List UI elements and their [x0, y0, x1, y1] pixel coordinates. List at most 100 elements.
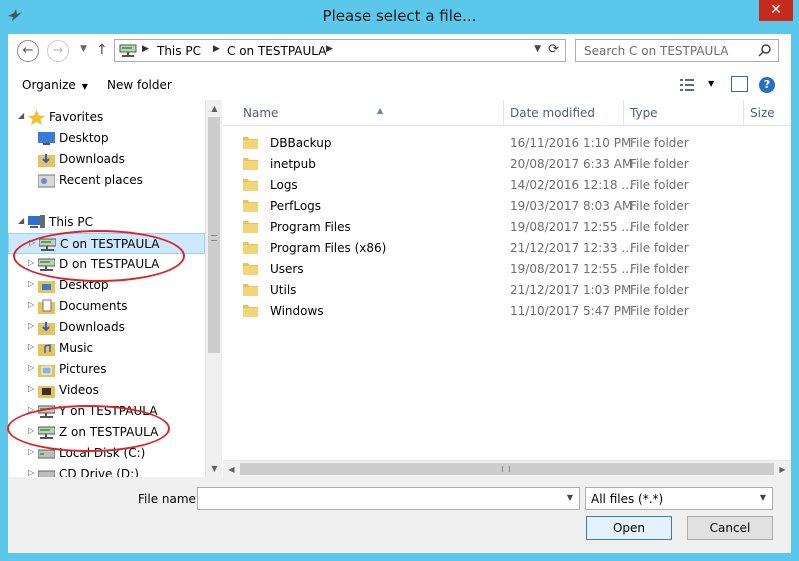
folder-icon [243, 158, 258, 170]
desktop-folder-icon [38, 281, 55, 293]
file-row[interactable]: PerfLogs 19/03/2017 8:03 AM File folder [223, 195, 791, 216]
tree-item-pictures[interactable]: ▷ Pictures [8, 359, 205, 380]
tree-item-downloads-favorite[interactable]: Downloads [8, 149, 205, 170]
file-row[interactable]: DBBackup 16/11/2016 1:10 PM File folder [223, 132, 791, 153]
forward-button[interactable]: → [47, 40, 69, 62]
file-row[interactable]: inetpub 20/08/2017 6:33 AM File folder [223, 153, 791, 174]
column-header-date[interactable]: Date modified [504, 100, 624, 126]
expand-arrow-icon[interactable]: ▷ [28, 468, 34, 477]
expand-arrow-icon[interactable]: ▷ [28, 279, 34, 288]
file-list-scrollbar[interactable]: ◀ ▶ [223, 460, 791, 477]
sort-ascending-icon: ▲ [377, 106, 384, 115]
command-toolbar: Organize ▼ New folder ▼ ? [8, 70, 791, 100]
scroll-left-arrow-icon[interactable]: ◀ [223, 461, 240, 478]
scroll-down-arrow-icon[interactable]: ▼ [206, 460, 223, 477]
expand-arrow-icon[interactable]: ▷ [28, 342, 34, 351]
folder-icon [243, 200, 258, 212]
organize-menu[interactable]: Organize ▼ [22, 78, 88, 92]
chevron-down-icon[interactable]: ▼ [760, 493, 766, 502]
tree-item-cd-drive[interactable]: ▷ CD Drive (D:) [8, 464, 205, 477]
collapse-arrow-icon[interactable]: ◢ [18, 111, 24, 120]
tree-item-downloads[interactable]: ▷ Downloads [8, 317, 205, 338]
breadcrumb-separator-icon[interactable]: ▶ [326, 44, 333, 54]
file-row[interactable]: Logs 14/02/2016 12:18 ... File folder [223, 174, 791, 195]
file-date: 19/08/2017 12:55 ... [510, 262, 633, 276]
breadcrumb-this-pc[interactable]: This PC [157, 44, 201, 58]
tree-item-documents[interactable]: ▷ Documents [8, 296, 205, 317]
tree-item-desktop-favorite[interactable]: Desktop [8, 128, 205, 149]
file-date: 20/08/2017 6:33 AM [510, 157, 633, 171]
file-type-filter-select[interactable]: All files (*.*) ▼ [585, 487, 773, 510]
back-button[interactable]: ← [17, 40, 39, 62]
refresh-icon[interactable]: ⟳ [548, 42, 559, 57]
expand-arrow-icon[interactable]: ▷ [28, 384, 34, 393]
scroll-right-arrow-icon[interactable]: ▶ [774, 461, 791, 478]
file-row[interactable]: Users 19/08/2017 12:55 ... File folder [223, 258, 791, 279]
scroll-thumb[interactable] [208, 117, 220, 353]
expand-arrow-icon[interactable]: ▷ [28, 447, 34, 456]
breadcrumb-c-drive[interactable]: C on TESTPAULA [227, 44, 326, 58]
file-row[interactable]: Program Files 19/08/2017 12:55 ... File … [223, 216, 791, 237]
file-row[interactable]: Program Files (x86) 21/12/2017 12:33 ...… [223, 237, 791, 258]
file-date: 16/11/2016 1:10 PM [510, 136, 632, 150]
grip-icon [211, 235, 217, 241]
column-label: Name [243, 106, 279, 120]
file-name-input[interactable]: ▼ [197, 487, 580, 510]
scroll-up-arrow-icon[interactable]: ▲ [206, 100, 223, 117]
expand-arrow-icon[interactable]: ▷ [28, 300, 34, 309]
column-header-type[interactable]: Type [624, 100, 744, 126]
preview-pane-icon[interactable] [731, 76, 748, 92]
open-button[interactable]: Open [586, 516, 672, 540]
chevron-down-icon[interactable]: ▼ [567, 493, 573, 502]
title-bar[interactable]: Please select a file... ✕ [0, 0, 799, 34]
up-button[interactable]: ↑ [96, 42, 108, 58]
file-list-pane[interactable]: Name ▲ Date modified Type Size DBBackup 1… [223, 100, 791, 477]
file-name: DBBackup [270, 136, 332, 150]
address-bar[interactable]: ▶ This PC ▶ C on TESTPAULA ▶ ▼ ⟳ [114, 39, 566, 62]
column-header-size[interactable]: Size [744, 100, 791, 126]
search-box[interactable]: Search C on TESTPAULA [575, 39, 779, 62]
breadcrumb-separator-icon[interactable]: ▶ [142, 44, 149, 54]
scroll-thumb[interactable] [240, 463, 774, 475]
collapse-arrow-icon[interactable]: ◢ [18, 216, 24, 225]
file-name-label: File name: [138, 492, 200, 506]
pictures-folder-icon [38, 365, 55, 377]
file-type: File folder [630, 136, 689, 150]
nav-pane-scrollbar[interactable]: ▲ ▼ [205, 100, 222, 477]
file-name: Windows [270, 304, 324, 318]
file-row[interactable]: Windows 11/10/2017 5:47 PM File folder [223, 300, 791, 321]
view-dropdown-icon[interactable]: ▼ [708, 79, 714, 88]
file-type: File folder [630, 199, 689, 213]
file-date: 11/10/2017 5:47 PM [510, 304, 632, 318]
organize-label: Organize [22, 78, 76, 92]
file-row[interactable]: Utils 21/12/2017 1:03 PM File folder [223, 279, 791, 300]
expand-arrow-icon[interactable]: ▷ [28, 363, 34, 372]
folder-icon [243, 221, 258, 233]
tree-item-music[interactable]: ▷ Music [8, 338, 205, 359]
tree-label: This PC [49, 215, 93, 229]
breadcrumb-separator-icon[interactable]: ▶ [213, 44, 220, 54]
file-name: Utils [270, 283, 297, 297]
folder-icon [243, 179, 258, 191]
view-options-icon[interactable] [680, 79, 694, 91]
close-button[interactable]: ✕ [759, 0, 793, 21]
search-icon[interactable] [758, 43, 772, 57]
tree-item-videos[interactable]: ▷ Videos [8, 380, 205, 401]
dialog-footer: File name: ▼ All files (*.*) ▼ Open Canc… [8, 477, 791, 553]
tree-item-recent-places[interactable]: Recent places [8, 170, 205, 191]
expand-arrow-icon[interactable]: ▷ [28, 321, 34, 330]
downloads-folder-icon [38, 322, 55, 335]
column-header-name[interactable]: Name ▲ [237, 100, 504, 126]
recent-locations-chevron-icon[interactable]: ▼ [80, 44, 87, 54]
file-type: File folder [630, 157, 689, 171]
dialog-body: ← → ▼ ↑ ▶ This PC ▶ C on TESTPAULA ▶ ▼ ⟳ [8, 34, 791, 553]
cancel-button[interactable]: Cancel [687, 516, 773, 540]
tree-item-favorites[interactable]: ◢ Favorites [8, 107, 205, 128]
new-folder-button[interactable]: New folder [107, 78, 172, 92]
address-dropdown-icon[interactable]: ▼ [534, 44, 541, 54]
file-name: Logs [270, 178, 298, 192]
help-icon[interactable]: ? [759, 77, 775, 93]
tree-label: Downloads [59, 320, 125, 334]
computer-icon [28, 215, 45, 228]
file-name: inetpub [270, 157, 316, 171]
